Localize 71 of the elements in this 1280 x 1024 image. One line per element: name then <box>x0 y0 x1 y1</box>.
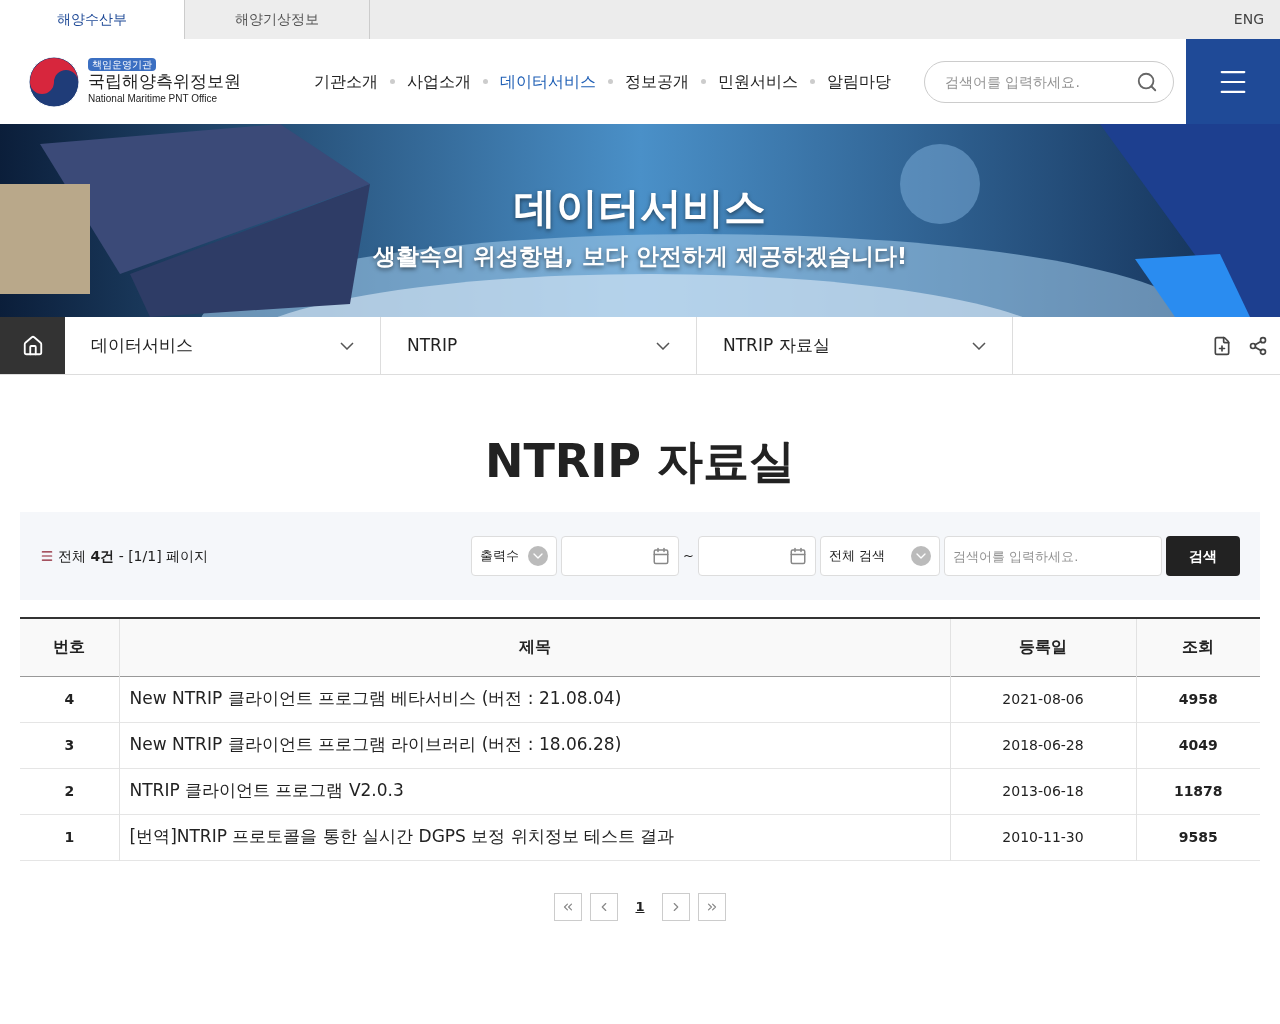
table-cell: 2021-08-06 <box>950 676 1136 722</box>
chevron-down-icon <box>528 546 549 566</box>
breadcrumb-dropdown[interactable]: 데이터서비스 <box>65 317 381 374</box>
search-button[interactable]: 검색 <box>1166 536 1240 576</box>
agency-english-name: National Maritime PNT Office <box>88 91 219 106</box>
agency-badge: 책임운영기관 <box>88 57 156 71</box>
nav-separator-icon <box>608 79 613 84</box>
table-cell: 9585 <box>1136 814 1260 860</box>
nav-item[interactable]: 알림마당 <box>827 69 891 94</box>
chevron-down-icon <box>911 546 931 566</box>
home-icon <box>21 334 44 357</box>
chevron-down-icon <box>340 341 354 350</box>
end-date-field[interactable] <box>698 536 816 576</box>
nav-separator-icon <box>810 79 815 84</box>
table-cell: 2010-11-30 <box>950 814 1136 860</box>
chevron-down-icon <box>972 341 986 350</box>
list-icon <box>40 549 54 563</box>
post-title-link[interactable]: New NTRIP 클라이언트 프로그램 베타서비스 (버전 : 21.08.04) <box>119 676 950 722</box>
page-size-select[interactable]: 출력수 <box>471 536 558 576</box>
post-title-link[interactable]: NTRIP 클라이언트 프로그램 V2.0.3 <box>119 768 950 814</box>
calendar-icon[interactable] <box>789 547 807 565</box>
column-header: 등록일 <box>950 618 1136 676</box>
breadcrumb-dropdown[interactable]: NTRIP 자료실 <box>697 317 1013 374</box>
banner-title: 데이터서비스 <box>514 182 766 234</box>
language-link[interactable]: ENG <box>1233 9 1264 30</box>
logo-icon <box>28 55 80 108</box>
start-date-field[interactable] <box>561 536 680 576</box>
table-cell: 11878 <box>1136 768 1260 814</box>
table-cell: 4049 <box>1136 722 1260 768</box>
nav-item[interactable]: 정보공개 <box>625 69 689 94</box>
print-icon[interactable] <box>1212 335 1232 356</box>
date-separator: ~ <box>683 547 694 566</box>
next-page-button[interactable] <box>662 892 690 921</box>
banner-subtitle: 생활속의 위성항법, 보다 안전하게 제공하겠습니다! <box>372 242 908 271</box>
home-button[interactable] <box>0 317 65 374</box>
chevron-down-icon <box>656 341 670 350</box>
menu-button[interactable] <box>1186 39 1280 124</box>
column-header: 조회 <box>1136 618 1260 676</box>
page-number[interactable]: 1 <box>626 892 654 921</box>
nav-item[interactable]: 데이터서비스 <box>500 69 596 94</box>
nav-separator-icon <box>390 79 395 84</box>
table-cell: 1 <box>20 814 119 860</box>
page-title: NTRIP 자료실 <box>483 433 797 490</box>
last-page-button[interactable] <box>698 892 726 921</box>
first-page-button[interactable] <box>554 892 582 921</box>
table-cell: 3 <box>20 722 119 768</box>
nav-separator-icon <box>483 79 488 84</box>
agency-name: 국립해양측위정보원 <box>88 70 241 91</box>
column-header: 번호 <box>20 618 119 676</box>
post-title-link[interactable]: New NTRIP 클라이언트 프로그램 라이브러리 (버전 : 18.06.28) <box>119 722 950 768</box>
table-cell: 2 <box>20 768 119 814</box>
share-icon[interactable] <box>1248 335 1268 356</box>
nav-item[interactable]: 기관소개 <box>314 69 378 94</box>
breadcrumb-dropdown[interactable]: NTRIP <box>381 317 697 374</box>
table-cell: 2013-06-18 <box>950 768 1136 814</box>
column-header: 제목 <box>119 618 950 676</box>
header-search-field[interactable]: 검색어를 입력하세요. <box>924 60 1174 103</box>
nav-separator-icon <box>701 79 706 84</box>
post-title-link[interactable]: [번역]NTRIP 프로토콜을 통한 실시간 DGPS 보정 위치정보 테스트 결과 <box>119 814 950 860</box>
calendar-icon[interactable] <box>652 547 671 565</box>
nav-item[interactable]: 민원서비스 <box>718 69 798 94</box>
table-cell: 4 <box>20 676 119 722</box>
search-field[interactable]: 검색어를 입력하세요. <box>944 536 1162 576</box>
table-cell: 2018-06-28 <box>950 722 1136 768</box>
previous-page-button[interactable] <box>590 892 618 921</box>
nav-item[interactable]: 사업소개 <box>407 69 471 94</box>
table-cell: 4958 <box>1136 676 1260 722</box>
search-icon[interactable] <box>1136 70 1158 93</box>
top-tab[interactable]: 해양수산부 <box>0 0 185 39</box>
search-scope-select[interactable]: 전체 검색 <box>820 536 940 576</box>
result-summary: 전체 4건 - [1/1] 페이지 <box>58 546 209 566</box>
